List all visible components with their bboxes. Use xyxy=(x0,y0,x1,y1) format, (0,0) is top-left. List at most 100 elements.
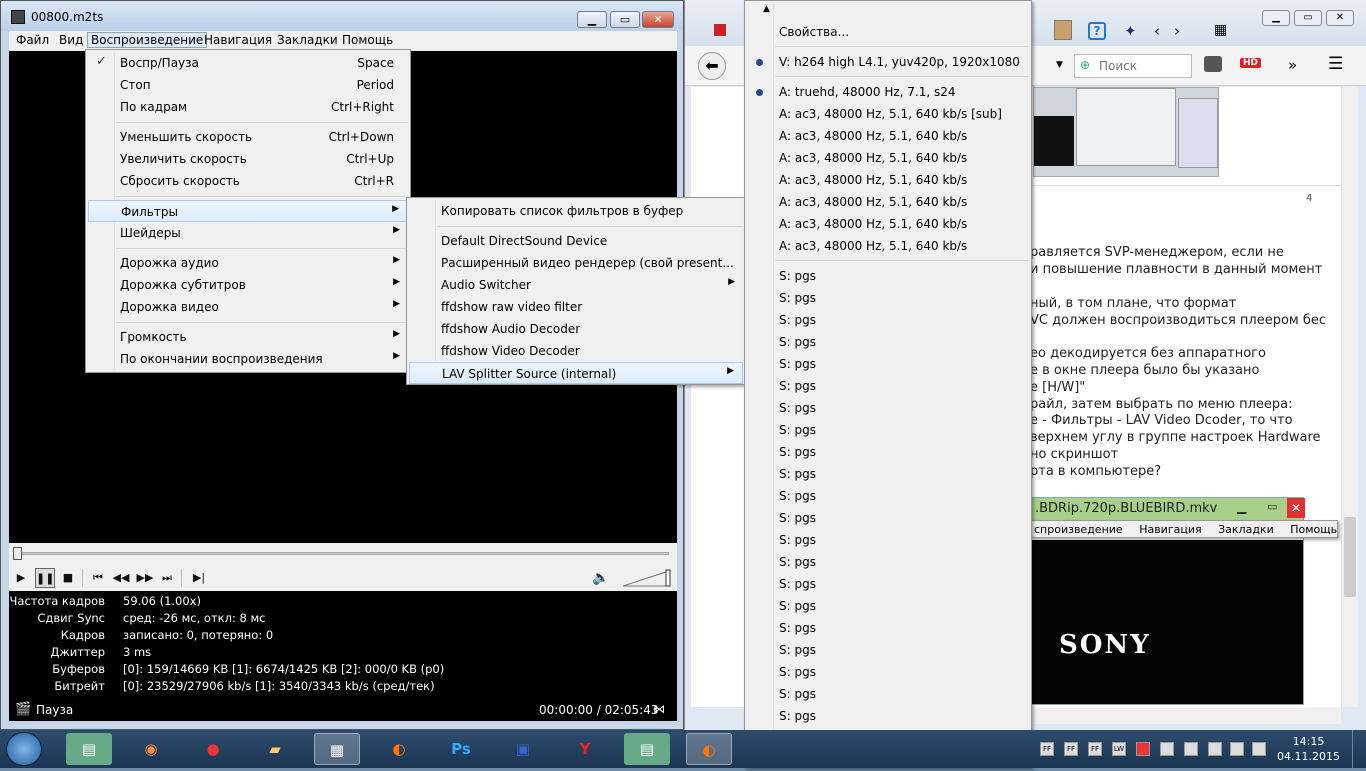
taskbar-camera-icon[interactable]: ● xyxy=(190,733,236,765)
start-button[interactable] xyxy=(6,732,42,766)
show-desktop-button[interactable] xyxy=(1352,730,1366,768)
volume-slider[interactable] xyxy=(623,569,671,587)
back-small-icon[interactable]: ‹ xyxy=(1154,22,1160,40)
taskbar-save-icon[interactable]: ▣ xyxy=(500,733,546,765)
page-scrollbar[interactable] xyxy=(1341,87,1358,707)
tray-icon[interactable] xyxy=(1160,742,1174,756)
menu-item-lav-splitter[interactable]: LAV Splitter Source (internal) ▶ xyxy=(409,362,743,384)
menu-bookmarks[interactable]: Закладки xyxy=(277,33,338,47)
menu-item-reset-speed[interactable]: Сбросить скорость Ctrl+R xyxy=(88,170,408,192)
tray-network-icon[interactable] xyxy=(1208,742,1222,756)
stop-icon[interactable]: ■ xyxy=(58,568,78,588)
hd-icon[interactable]: HD xyxy=(1240,58,1262,68)
taskbar-folder-icon[interactable]: ▰ xyxy=(252,733,298,765)
menu-item-audio-stream[interactable]: A: ac3, 48000 Hz, 5.1, 640 kb/s xyxy=(747,125,1029,147)
tray-icon[interactable]: FF xyxy=(1064,742,1078,756)
browser-close-button[interactable]: ✕ xyxy=(1326,10,1354,26)
menu-item-increase-speed[interactable]: Увеличить скорость Ctrl+Up xyxy=(88,148,408,170)
menu-item-play-pause[interactable]: ✓ Воспр/Пауза Space xyxy=(88,52,408,74)
scroll-up-arrow-icon[interactable]: ▲ xyxy=(763,4,770,14)
menu-file[interactable]: Файл xyxy=(16,33,49,47)
seek-handle[interactable] xyxy=(13,547,22,560)
menu-item-shaders[interactable]: Шейдеры ▶ xyxy=(88,222,408,244)
menu-item-subtitle-stream[interactable]: S: pgs xyxy=(747,397,1029,419)
seek-bar[interactable] xyxy=(9,543,677,565)
taskbar-notepad-icon[interactable]: ▤ xyxy=(66,733,112,765)
close-button[interactable]: ✕ xyxy=(642,11,674,28)
menu-navigation[interactable]: Навигация xyxy=(204,33,272,47)
search-input[interactable]: Поиск xyxy=(1074,54,1192,78)
menu-item-ffdshow-audio[interactable]: ffdshow Audio Decoder xyxy=(409,318,743,340)
menu-item-audio-stream[interactable]: A: ac3, 48000 Hz, 5.1, 640 kb/s xyxy=(747,191,1029,213)
pause-icon[interactable]: ❚❚ xyxy=(35,568,55,588)
browser-maximize-button[interactable]: ▭ xyxy=(1294,10,1322,26)
menu-item-audio-stream[interactable]: A: ac3, 48000 Hz, 5.1, 640 kb/s [sub] xyxy=(747,103,1029,125)
menu-item-subtitle-stream[interactable]: S: pgs xyxy=(747,507,1029,529)
tray-volume-icon[interactable] xyxy=(1230,742,1244,756)
tray-icon[interactable]: LW xyxy=(1112,742,1126,756)
rewind-icon[interactable]: ◀◀ xyxy=(111,568,131,588)
overflow-chevron-icon[interactable]: » xyxy=(1288,56,1297,74)
menu-help[interactable]: Помощь xyxy=(342,33,393,47)
menu-item-subtitle-stream[interactable]: S: pgs xyxy=(747,705,1029,727)
menu-item-audio-stream[interactable]: A: ac3, 48000 Hz, 5.1, 640 kb/s xyxy=(747,213,1029,235)
next-chapter-icon[interactable]: ⏭ xyxy=(157,568,177,588)
tray-icon[interactable] xyxy=(1184,742,1198,756)
menu-item-audio-switcher[interactable]: Audio Switcher ▶ xyxy=(409,274,743,296)
grid-icon[interactable]: ▦ xyxy=(1214,22,1227,38)
menu-item-subtitle-stream[interactable]: S: pgs xyxy=(747,551,1029,573)
menu-item-subtitle-stream[interactable]: S: pgs xyxy=(747,617,1029,639)
menu-item-decrease-speed[interactable]: Уменьшить скорость Ctrl+Down xyxy=(88,126,408,148)
pocket-icon[interactable] xyxy=(1204,56,1222,72)
taskbar-yandex-icon[interactable]: Y xyxy=(562,733,608,765)
menu-item-audio-stream[interactable]: A: ac3, 48000 Hz, 5.1, 640 kb/s xyxy=(747,169,1029,191)
menu-view[interactable]: Вид xyxy=(59,33,83,47)
help-icon[interactable]: ? xyxy=(1088,22,1106,40)
menu-item-video-track[interactable]: Дорожка видео ▶ xyxy=(88,296,408,318)
menu-item-subtitle-stream[interactable]: S: pgs xyxy=(747,485,1029,507)
play-icon[interactable]: ▶ xyxy=(11,568,31,588)
menu-item-volume[interactable]: Громкость ▶ xyxy=(88,326,408,348)
minimize-button[interactable]: ▁ xyxy=(577,11,607,28)
browser-minimize-button[interactable]: ▁ xyxy=(1262,10,1290,26)
taskbar-firefox-active-icon[interactable]: ◐ xyxy=(686,733,732,765)
menu-item-subtitle-stream[interactable]: S: pgs xyxy=(747,463,1029,485)
horizontal-scrollbar[interactable] xyxy=(1030,707,1341,724)
menu-item-subtitle-stream[interactable]: S: pgs xyxy=(747,309,1029,331)
time-display[interactable]: 00:00:00 / 02:05:43 xyxy=(539,703,658,717)
taskbar-video-player-icon[interactable]: ▦ xyxy=(314,733,360,765)
screenshot-thumbnail[interactable] xyxy=(1033,87,1219,177)
menu-playback[interactable]: Воспроизведение xyxy=(87,32,208,48)
taskbar-photoshop-icon[interactable]: Ps xyxy=(438,733,484,765)
tray-icon[interactable] xyxy=(1136,742,1150,756)
back-arrow-icon[interactable]: ⬅ xyxy=(698,52,726,80)
forward-small-icon[interactable]: › xyxy=(1174,22,1180,40)
menu-item-evr[interactable]: Расширенный видео рендерер (свой present… xyxy=(409,252,743,274)
menu-item-audio-track[interactable]: Дорожка аудио ▶ xyxy=(88,252,408,274)
seek-track[interactable] xyxy=(13,552,669,555)
taskbar-notepad2-icon[interactable]: ▤ xyxy=(624,733,670,765)
menu-item-subtitle-stream[interactable]: S: pgs xyxy=(747,573,1029,595)
tray-icon[interactable]: FF xyxy=(1088,742,1102,756)
menu-item-filters[interactable]: Фильтры ▶ xyxy=(88,200,408,222)
menu-item-subtitle-stream[interactable]: S: pgs xyxy=(747,529,1029,551)
menu-item-video-stream[interactable]: V: h264 high L4.1, yuv420p, 1920x1080 xyxy=(747,51,1029,73)
taskbar-firefox-icon[interactable]: ◐ xyxy=(376,733,422,765)
frame-step-icon[interactable]: ▶| xyxy=(189,568,209,588)
menu-item-audio-stream[interactable]: A: ac3, 48000 Hz, 5.1, 640 kb/s xyxy=(747,147,1029,169)
menu-item-audio-stream[interactable]: A: ac3, 48000 Hz, 5.1, 640 kb/s xyxy=(747,235,1029,257)
menu-item-subtitle-stream[interactable]: S: pgs xyxy=(747,595,1029,617)
taskbar-eye-icon[interactable]: ◉ xyxy=(128,733,174,765)
menu-item-audio-stream[interactable]: A: truehd, 48000 Hz, 7.1, s24 xyxy=(747,81,1029,103)
menu-item-subtitle-track[interactable]: Дорожка субтитров ▶ xyxy=(88,274,408,296)
dropdown-arrow-icon[interactable]: ▼ xyxy=(1056,60,1063,70)
prev-chapter-icon[interactable]: ⏮ xyxy=(88,568,108,588)
addon-icon[interactable]: ✦ xyxy=(1124,22,1137,40)
menu-item-ffdshow-raw[interactable]: ffdshow raw video filter xyxy=(409,296,743,318)
tray-icon[interactable]: FF xyxy=(1040,742,1054,756)
menu-item-ffdshow-video[interactable]: ffdshow Video Decoder xyxy=(409,340,743,362)
fast-forward-icon[interactable]: ▶▶ xyxy=(135,568,155,588)
hamburger-menu-icon[interactable]: ☰ xyxy=(1328,54,1343,74)
menu-item-subtitle-stream[interactable]: S: pgs xyxy=(747,287,1029,309)
scrollbar-thumb[interactable] xyxy=(1344,517,1356,597)
